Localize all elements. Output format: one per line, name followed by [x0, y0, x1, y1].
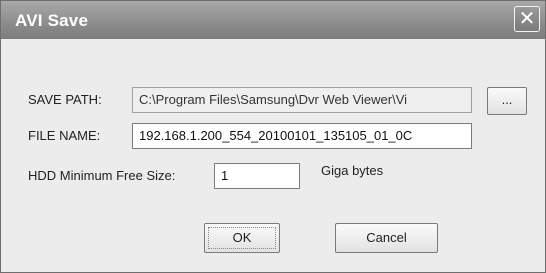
close-icon: ✕ — [518, 8, 536, 30]
close-button[interactable]: ✕ — [514, 6, 540, 32]
browse-button[interactable]: ... — [487, 87, 527, 115]
browse-button-label: ... — [501, 92, 513, 107]
save-path-label: SAVE PATH: — [28, 92, 102, 107]
avi-save-dialog: AVI Save ✕ SAVE PATH: C:\Program Files\S… — [0, 0, 546, 273]
hdd-unit-label: Giga bytes — [321, 163, 384, 178]
hdd-min-free-size-input[interactable]: 1 — [214, 163, 300, 189]
file-name-label: FILE NAME: — [28, 128, 101, 143]
cancel-button-label: Cancel — [366, 230, 407, 245]
title-bar[interactable]: AVI Save ✕ — [1, 1, 545, 39]
dialog-title: AVI Save — [15, 11, 89, 30]
save-path-field[interactable]: C:\Program Files\Samsung\Dvr Web Viewer\… — [132, 87, 472, 113]
focus-rect — [208, 227, 276, 249]
hdd-min-free-size-label: HDD Minimum Free Size: — [28, 168, 176, 183]
file-name-input[interactable]: 192.168.1.200_554_20100101_135105_01_0C — [132, 123, 472, 149]
ok-button[interactable]: OK — [204, 223, 280, 253]
cancel-button[interactable]: Cancel — [335, 223, 438, 253]
